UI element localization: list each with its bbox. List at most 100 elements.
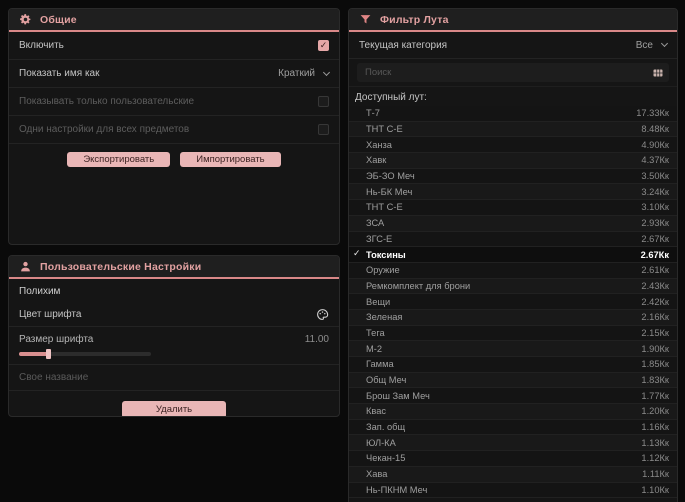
loot-item-value: 2.93Кк — [641, 218, 669, 229]
show-name-dropdown[interactable]: Краткий — [278, 68, 331, 79]
same-for-all-label: Одни настройки для всех предметов — [19, 124, 190, 135]
same-for-all-checkbox[interactable] — [318, 124, 329, 135]
list-item[interactable]: Квас 1.20Кк — [349, 404, 677, 420]
available-loot-label: Доступный лут: — [355, 92, 427, 103]
list-item[interactable]: Вещи 2.42Кк — [349, 294, 677, 310]
loot-item-value: 1.85Кк — [641, 359, 669, 370]
loot-item-name: ТНТ С-Е — [366, 202, 403, 213]
show-name-value: Краткий — [278, 68, 315, 79]
search-input[interactable] — [357, 63, 669, 82]
category-label: Текущая категория — [359, 39, 448, 51]
loot-item-name: Тега — [366, 327, 385, 338]
loot-item-value: 1.11Кк — [642, 469, 669, 480]
chevron-down-icon — [322, 68, 331, 76]
check-icon: ✓ — [353, 248, 361, 259]
loot-item-name: М-2 — [366, 343, 383, 354]
list-item[interactable]: ЮЛ-КА 1.13Кк — [349, 435, 677, 452]
delete-button[interactable]: Удалить — [121, 401, 227, 416]
list-item[interactable]: Хава 1.11Кк — [349, 466, 677, 483]
export-import-row: Экспортировать Импортировать — [9, 144, 339, 173]
custom-name-input[interactable] — [9, 365, 339, 391]
list-item[interactable]: М-2 1.90Кк — [349, 341, 677, 357]
loot-item-name: Токсины — [366, 249, 406, 260]
loot-item-name: Оружие — [366, 265, 400, 276]
enable-row: Включить ✓ — [9, 32, 339, 60]
category-dropdown[interactable]: Все — [635, 39, 669, 51]
loot-item-name: Ханза — [366, 139, 392, 150]
list-item[interactable]: Общ Меч 1.83Кк — [349, 372, 677, 389]
list-item[interactable]: Ремкомплект для брони 2.43Кк — [349, 278, 677, 295]
enable-checkbox[interactable]: ✓ — [318, 40, 329, 51]
list-item[interactable]: Ханза 4.90Кк — [349, 137, 677, 154]
list-item[interactable]: Гамма 1.85Кк — [349, 357, 677, 373]
loot-item-value: 2.67Кк — [640, 249, 669, 260]
category-row: Текущая категория Все — [349, 32, 677, 59]
loot-item-name: ЮЛ-КА — [366, 437, 396, 448]
font-size-label: Размер шрифта — [19, 333, 94, 345]
only-custom-row: Показывать только пользовательские — [9, 88, 339, 116]
user-settings-icon — [19, 260, 32, 273]
loot-filter-title: Фильтр Лута — [380, 13, 449, 26]
loot-item-name: ТНТ С-Е — [366, 124, 403, 135]
show-name-row: Показать имя как Краткий — [9, 60, 339, 88]
loot-item-value: 1.20Кк — [641, 406, 669, 417]
list-item[interactable]: Зап. общ 1.16Кк — [349, 419, 677, 436]
only-custom-checkbox[interactable] — [318, 96, 329, 107]
chevron-down-icon — [660, 39, 669, 48]
loot-item-name: Нь-БК Меч — [366, 186, 413, 197]
list-item[interactable]: Зеленая 2.16Кк — [349, 309, 677, 326]
list-item[interactable]: ЗГС-Е 2.67Кк — [349, 231, 677, 248]
import-button[interactable]: Импортировать — [180, 152, 281, 167]
list-item[interactable]: Оружие 2.61Кк — [349, 262, 677, 279]
loot-item-value: 2.67Кк — [641, 233, 669, 244]
loot-item-name: Гамма — [366, 359, 394, 370]
enable-label: Включить — [19, 40, 64, 51]
loot-item-name: ЗГС-Е — [366, 233, 393, 244]
loot-item-value: 1.13Кк — [641, 437, 669, 448]
general-panel-header: Общие — [9, 9, 339, 32]
funnel-icon — [359, 13, 372, 26]
palette-icon[interactable] — [316, 308, 329, 321]
loot-item-value: 4.37Кк — [641, 155, 669, 166]
loot-item-value: 1.16Кк — [641, 422, 669, 433]
loot-item-value: 3.24Кк — [641, 186, 669, 197]
list-item[interactable]: ТНТ С-Е 3.10Кк — [349, 200, 677, 216]
general-panel-title: Общие — [40, 13, 77, 26]
list-item[interactable]: ТНТ С-Е 8.48Кк — [349, 121, 677, 138]
list-item[interactable]: Нь-БК Меч 3.24Кк — [349, 184, 677, 201]
general-panel: Общие Включить ✓ Показать имя как Кратки… — [8, 8, 340, 245]
gear-icon — [19, 13, 32, 26]
custom-settings-panel: Пользовательские Настройки Полихим Цвет … — [8, 255, 340, 417]
loot-item-name: Чекан-15 — [366, 453, 406, 464]
loot-filter-header: Фильтр Лута — [349, 9, 677, 32]
category-value: Все — [635, 39, 653, 51]
loot-item-value: 1.83Кк — [641, 375, 669, 386]
loot-item-name: Хава — [366, 469, 388, 480]
loot-item-value: 2.16Кк — [641, 312, 669, 323]
same-for-all-row: Одни настройки для всех предметов — [9, 116, 339, 144]
list-item[interactable]: ✓ Токсины 2.67Кк — [349, 247, 677, 263]
list-item[interactable]: Тега 2.15Кк — [349, 325, 677, 342]
loot-item-value: 2.15Кк — [641, 327, 669, 338]
list-item[interactable]: ЗСА 2.93Кк — [349, 215, 677, 232]
loot-item-value: 4.90Кк — [641, 139, 669, 150]
list-item[interactable]: Т-7 17.33Кк — [349, 106, 677, 122]
list-item[interactable]: Брош Зам Меч 1.77Кк — [349, 388, 677, 405]
slider-handle[interactable] — [46, 349, 51, 359]
list-item[interactable]: Нь-ПКНМ Меч 1.10Кк — [349, 482, 677, 499]
loot-item-value: 1.77Кк — [641, 390, 669, 401]
list-item[interactable]: Хавк 4.37Кк — [349, 153, 677, 169]
grid-view-icon[interactable] — [652, 67, 664, 79]
list-item[interactable]: Чекан-15 1.12Кк — [349, 451, 677, 467]
loot-item-value: 2.61Кк — [641, 265, 669, 276]
loot-item-value: 8.48Кк — [641, 124, 669, 135]
slider-fill — [19, 352, 49, 356]
loot-item-name: Общ Меч — [366, 375, 407, 386]
search-row — [349, 59, 677, 87]
loot-item-name: Брош Зам Меч — [366, 390, 430, 401]
export-button[interactable]: Экспортировать — [67, 152, 171, 167]
loot-list: Т-7 17.33Кк ТНТ С-Е 8.48Кк Ханза 4.90Кк Хавк 4.… — [349, 106, 677, 499]
font-size-slider[interactable] — [19, 349, 151, 359]
loot-item-name: Зеленая — [366, 312, 403, 323]
list-item[interactable]: ЭБ-ЗО Меч 3.50Кк — [349, 168, 677, 185]
